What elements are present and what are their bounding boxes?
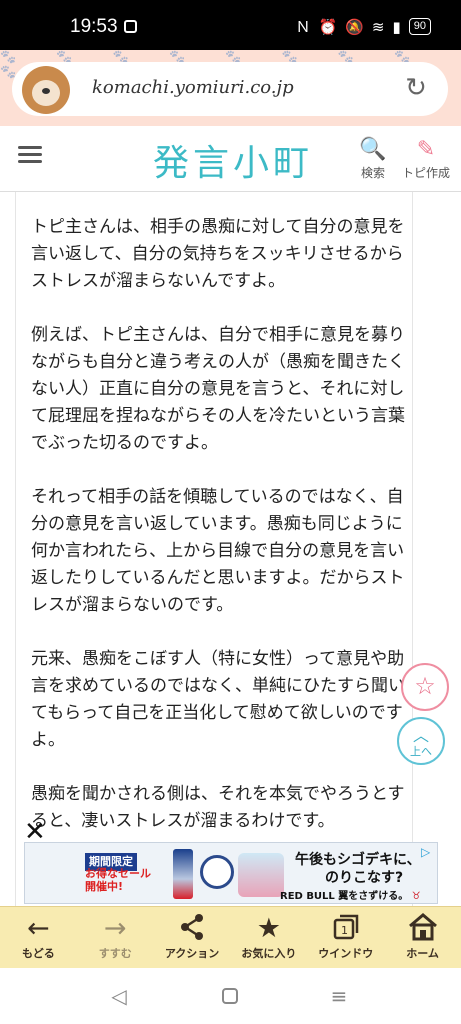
content-border-left xyxy=(15,192,16,912)
status-time: 19:53 xyxy=(70,16,118,37)
mute-icon: 🔕 xyxy=(345,17,364,36)
search-label: 検索 xyxy=(360,166,385,180)
nfc-icon: Ｎ xyxy=(295,18,311,36)
forward-label: すすむ xyxy=(98,947,132,960)
search-icon: 🔍 xyxy=(359,137,387,162)
back-button[interactable]: ← もどる xyxy=(0,907,77,968)
scroll-top-label: 上へ xyxy=(410,745,432,758)
action-label: アクション xyxy=(164,947,220,960)
star-outline-icon: ☆ xyxy=(414,672,436,700)
create-topic-button[interactable]: ✎ トピ作成 xyxy=(396,136,456,181)
ad-banner[interactable]: 期間限定 お得なセール 開催中! 午後もシゴデキに、 のりこなす? RED BUL… xyxy=(24,842,438,904)
alarm-icon: ⏰ xyxy=(318,17,338,36)
ad-info-icon[interactable]: ▷ xyxy=(421,845,435,859)
arrow-right-icon: → xyxy=(103,913,127,944)
status-icons: Ｎ ⏰ 🔕 ≋ ▮ 90 xyxy=(296,16,431,37)
nav-home-icon[interactable] xyxy=(218,984,242,1008)
ad-tagline: RED BULL 翼をさずける。 ♉ xyxy=(280,891,421,902)
browser-bar: 🐾 🐾 🐾 🐾 🐾 🐾 🐾 🐾 🐾 🐾 🐾 🐾 komachi.yomiuri.… xyxy=(0,50,461,126)
window-icon: 1 xyxy=(307,913,384,945)
dog-avatar-icon xyxy=(22,66,70,114)
status-bar: 19:53 Ｎ ⏰ 🔕 ≋ ▮ 90 xyxy=(0,0,461,50)
window-label: ウインドウ xyxy=(318,947,374,960)
home-button[interactable]: ホーム xyxy=(384,907,461,968)
favorite-fab[interactable]: ☆ xyxy=(401,663,449,711)
pencil-icon: ✎ xyxy=(416,137,436,162)
article-paragraph: 愚痴を聞かされる側は、それを本気でやろうとすると、凄いストレスが溜まるわけです。 xyxy=(31,784,405,831)
notification-icon xyxy=(124,20,137,33)
svg-text:1: 1 xyxy=(341,924,348,937)
energy-can-image xyxy=(173,849,193,899)
article-paragraph: 例えば、トピ主さんは、自分で相手に意見を募りながらも自分と違う考えの人が（愚痴を… xyxy=(31,325,405,453)
nav-back-icon[interactable]: ◁ xyxy=(107,984,131,1008)
create-topic-label: トピ作成 xyxy=(401,166,450,180)
back-label: もどる xyxy=(22,947,55,960)
clock-image xyxy=(200,855,234,889)
share-icon xyxy=(154,913,231,945)
favorites-label: お気に入り xyxy=(241,947,297,960)
ad-subheadline: のりこなす? xyxy=(325,870,404,886)
search-button[interactable]: 🔍 検索 xyxy=(343,136,403,181)
battery-icon: 90 xyxy=(408,18,431,35)
skier-image xyxy=(238,853,284,897)
article-body: トピ主さんは、相手の愚痴に対して自分の意見を言い返して、自分の気持ちをスッキリさ… xyxy=(31,214,419,862)
action-button[interactable]: アクション xyxy=(154,907,231,968)
url-text[interactable]: komachi.yomiuri.co.jp xyxy=(92,77,294,98)
reload-icon[interactable]: ↻ xyxy=(402,74,430,102)
site-header: 発言小町 🔍 検索 ✎ トピ作成 xyxy=(0,126,461,192)
scroll-top-fab[interactable]: ︿ 上へ xyxy=(397,717,445,765)
article-paragraph: 元来、愚痴をこぼす人（特に女性）って意見や助言を求めているのではなく、単純にひた… xyxy=(31,649,405,750)
article-paragraph: トピ主さんは、相手の愚痴に対して自分の意見を言い返して、自分の気持ちをスッキリさ… xyxy=(31,217,405,291)
hamburger-menu-icon[interactable] xyxy=(18,142,42,166)
article-container: トピ主さんは、相手の愚痴に対して自分の意見を言い返して、自分の気持ちをスッキリさ… xyxy=(0,192,461,912)
article-paragraph: それって相手の話を傾聴しているのではなく、自分の意見を言い返しています。愚痴も同… xyxy=(31,487,405,615)
home-label: ホーム xyxy=(406,947,439,960)
home-icon xyxy=(384,913,461,945)
signal-icon: ▮ xyxy=(392,17,401,36)
star-icon: ★ xyxy=(256,913,281,944)
bull-logo-icon: ♉ xyxy=(411,891,421,902)
system-nav-bar: ◁ ≡ xyxy=(0,968,461,1024)
browser-toolbar: ← もどる → すすむ アクション ★ お気に入り 1 ウインドウ ホーム xyxy=(0,906,461,968)
site-logo[interactable]: 発言小町 xyxy=(153,134,313,186)
forward-button[interactable]: → すすむ xyxy=(77,907,154,968)
arrow-left-icon: ← xyxy=(27,913,50,944)
wifi-icon: ≋ xyxy=(371,17,385,36)
ad-headline: 午後もシゴデキに、 xyxy=(295,852,421,868)
ad-promo-subtext: お得なセール 開催中! xyxy=(85,867,151,893)
chevron-up-icon: ︿ xyxy=(412,726,429,745)
address-bar[interactable]: komachi.yomiuri.co.jp ↻ xyxy=(12,62,448,116)
nav-menu-icon[interactable]: ≡ xyxy=(327,984,351,1008)
favorites-button[interactable]: ★ お気に入り xyxy=(230,907,307,968)
window-button[interactable]: 1 ウインドウ xyxy=(307,907,384,968)
